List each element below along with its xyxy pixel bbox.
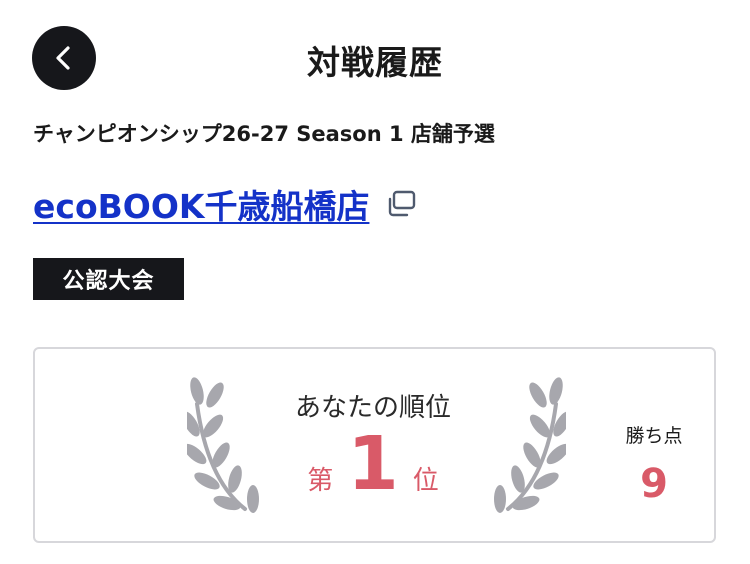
laurel-wreath-icon [494,377,566,513]
rank-value: 1 [347,421,399,507]
rank-display: 第 1 位 [268,427,478,501]
rank-prefix: 第 [307,466,334,496]
rank-label: あなたの順位 [294,393,451,423]
official-tournament-badge: 公認大会 [33,258,184,300]
copy-icon[interactable] [385,189,417,219]
rank-suffix: 位 [412,466,439,496]
event-name: チャンピオンシップ26-27 Season 1 店舗予選 [33,122,495,146]
store-row: ecoBOOK千歳船橋店 [33,180,417,228]
points-value: 9 [640,461,668,507]
page-title: 対戦履歴 [307,43,443,82]
points-label: 勝ち点 [625,425,683,447]
rank-card: あなたの順位 第 1 位 勝ち点 9 [33,347,716,543]
store-name-link[interactable]: ecoBOOK千歳船橋店 [33,180,369,228]
